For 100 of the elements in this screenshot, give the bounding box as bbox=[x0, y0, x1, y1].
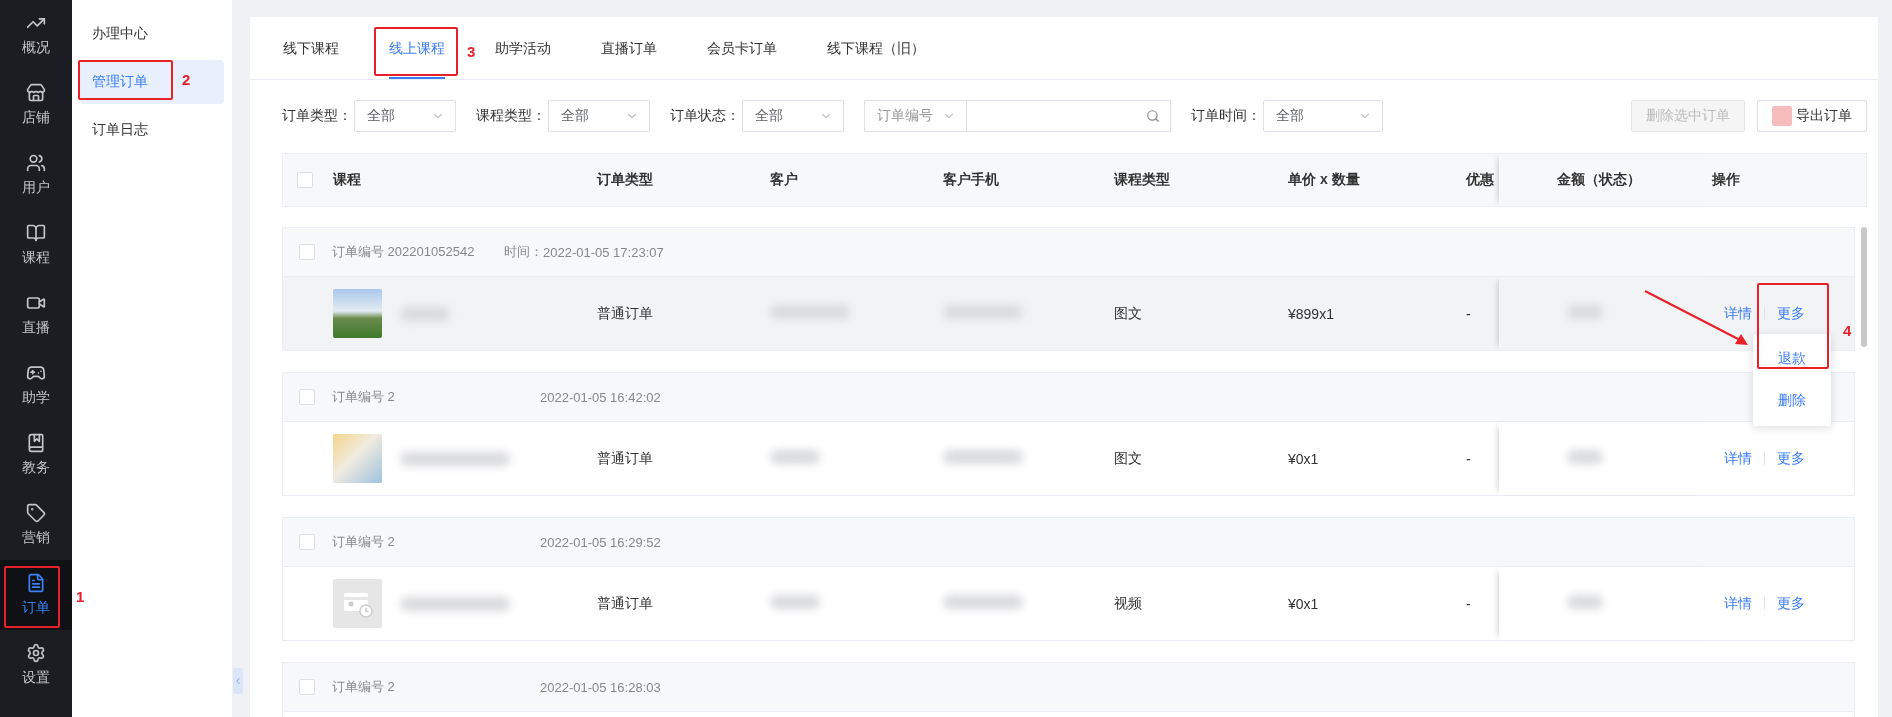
filter-label: 订单类型： bbox=[282, 107, 352, 125]
more-link[interactable]: 更多 bbox=[1777, 449, 1805, 468]
tab[interactable]: 线下课程（旧） bbox=[827, 17, 925, 79]
details-link[interactable]: 详情 bbox=[1724, 304, 1752, 323]
column-header: 课程类型 bbox=[1114, 171, 1171, 189]
bookmark-icon bbox=[26, 433, 46, 453]
filter-label: 订单状态： bbox=[670, 107, 740, 125]
column-header: 金额（状态） bbox=[1557, 171, 1641, 189]
order-time: 2022-01-05 16:28:03 bbox=[540, 679, 661, 695]
gamepad-icon bbox=[26, 363, 46, 383]
time-label: 时间： bbox=[504, 243, 543, 261]
order-number: 订单编号 202201052542 bbox=[332, 243, 476, 261]
order-number: 订单编号 2 bbox=[332, 533, 396, 551]
search-icon bbox=[1146, 109, 1160, 123]
order-checkbox[interactable] bbox=[299, 679, 315, 695]
table-cell-text: 普通订单 bbox=[597, 449, 654, 468]
search-field[interactable] bbox=[966, 100, 1171, 132]
table-cell-text: 图文 bbox=[1114, 449, 1143, 468]
step-number: 1 bbox=[76, 588, 85, 605]
select-all-checkbox[interactable] bbox=[297, 172, 313, 188]
tab[interactable]: 会员卡订单 bbox=[707, 17, 777, 79]
details-link[interactable]: 详情 bbox=[1724, 594, 1752, 613]
column-header: 订单类型 bbox=[597, 171, 654, 189]
order-time: 2022-01-05 17:23:07 bbox=[543, 244, 664, 260]
nav-label: 教务 bbox=[22, 459, 50, 477]
order-number: 订单编号 2 bbox=[332, 388, 396, 406]
nav-item[interactable]: 教务 bbox=[0, 420, 72, 490]
photo-placeholder bbox=[333, 434, 382, 483]
column-header: 客户手机 bbox=[943, 171, 1000, 189]
nav-label: 助学 bbox=[22, 389, 50, 407]
filter-label: 课程类型： bbox=[476, 107, 546, 125]
table-cell-text: - bbox=[1466, 595, 1472, 612]
nav-item[interactable]: 营销 bbox=[0, 490, 72, 560]
order-checkbox[interactable] bbox=[299, 244, 315, 260]
nav-item[interactable]: 概况 bbox=[0, 0, 72, 70]
nav-label: 直播 bbox=[22, 319, 50, 337]
export-button[interactable]: 导出订单 bbox=[1757, 100, 1867, 132]
chevron-left-icon bbox=[233, 676, 243, 686]
filter-select[interactable]: 全部 bbox=[742, 100, 844, 132]
nav-item[interactable]: 课程 bbox=[0, 210, 72, 280]
order-time: 2022-01-05 16:42:02 bbox=[540, 389, 661, 405]
blurred-text bbox=[1567, 595, 1603, 609]
nav-label: 概况 bbox=[22, 39, 50, 57]
table-cell-text: - bbox=[1466, 450, 1472, 467]
more-link[interactable]: 更多 bbox=[1777, 594, 1805, 613]
tab[interactable]: 助学活动 bbox=[495, 17, 551, 79]
photo-placeholder bbox=[333, 289, 382, 338]
nav-item[interactable]: 店铺 bbox=[0, 70, 72, 140]
order-checkbox[interactable] bbox=[299, 389, 315, 405]
settings-icon bbox=[26, 643, 46, 663]
tab[interactable]: 线上课程 bbox=[389, 17, 445, 79]
nav-label: 店铺 bbox=[22, 109, 50, 127]
filter-select[interactable]: 全部 bbox=[354, 100, 456, 132]
column-header: 客户 bbox=[770, 171, 799, 189]
filter-select[interactable]: 全部 bbox=[548, 100, 650, 132]
users-icon bbox=[26, 153, 46, 173]
nav-label: 课程 bbox=[22, 249, 50, 267]
scrollbar[interactable] bbox=[1861, 227, 1867, 347]
submenu-item[interactable]: 办理中心 bbox=[80, 12, 224, 56]
nav-label: 设置 bbox=[22, 669, 50, 687]
blurred-text bbox=[1567, 450, 1603, 464]
order-checkbox[interactable] bbox=[299, 534, 315, 550]
nav-item[interactable]: 直播 bbox=[0, 280, 72, 350]
nav-label: 营销 bbox=[22, 529, 50, 547]
menu-item[interactable]: 退款 bbox=[1753, 337, 1831, 380]
step-number: 2 bbox=[182, 71, 191, 88]
table-cell-text: 普通订单 bbox=[597, 594, 654, 613]
column-header: 课程 bbox=[333, 171, 362, 189]
filter-label: 订单时间： bbox=[1191, 107, 1261, 125]
submenu-item[interactable]: 订单日志 bbox=[80, 108, 224, 152]
tab[interactable]: 线下课程 bbox=[283, 17, 339, 79]
nav-label: 用户 bbox=[22, 179, 50, 197]
tag-icon bbox=[26, 503, 46, 523]
nav-item[interactable]: 用户 bbox=[0, 140, 72, 210]
menu-item[interactable]: 删除 bbox=[1753, 379, 1831, 422]
export-icon bbox=[1772, 106, 1792, 126]
more-link[interactable]: 更多 bbox=[1777, 304, 1805, 323]
details-link[interactable]: 详情 bbox=[1724, 449, 1752, 468]
table-cell-text: ¥0x1 bbox=[1288, 450, 1320, 467]
table-cell-text: - bbox=[1466, 305, 1472, 322]
submenu-item[interactable]: 管理订单 2 bbox=[80, 60, 224, 104]
nav-item[interactable]: 助学 bbox=[0, 350, 72, 420]
order-number: 订单编号 2 bbox=[332, 678, 396, 696]
table-cell-text: 图文 bbox=[1114, 304, 1143, 323]
blurred-text bbox=[770, 595, 820, 609]
collapse-handle[interactable] bbox=[233, 668, 243, 694]
table-cell-text: 视频 bbox=[1114, 594, 1143, 613]
nav-label: 订单 bbox=[22, 599, 50, 617]
order-time: 2022-01-05 16:29:52 bbox=[540, 534, 661, 550]
store-icon bbox=[26, 83, 46, 103]
table-cell-text: ¥899x1 bbox=[1288, 305, 1335, 322]
course-placeholder-icon bbox=[333, 579, 382, 628]
book-icon bbox=[26, 223, 46, 243]
blurred-text bbox=[770, 450, 820, 464]
step-number: 4 bbox=[1843, 321, 1852, 339]
table-cell-text: ¥0x1 bbox=[1288, 595, 1320, 612]
tab[interactable]: 直播订单 bbox=[601, 17, 657, 79]
column-header: 操作 bbox=[1712, 171, 1741, 189]
filter-select[interactable]: 全部 bbox=[1263, 100, 1383, 132]
nav-item[interactable]: 设置 bbox=[0, 630, 72, 700]
